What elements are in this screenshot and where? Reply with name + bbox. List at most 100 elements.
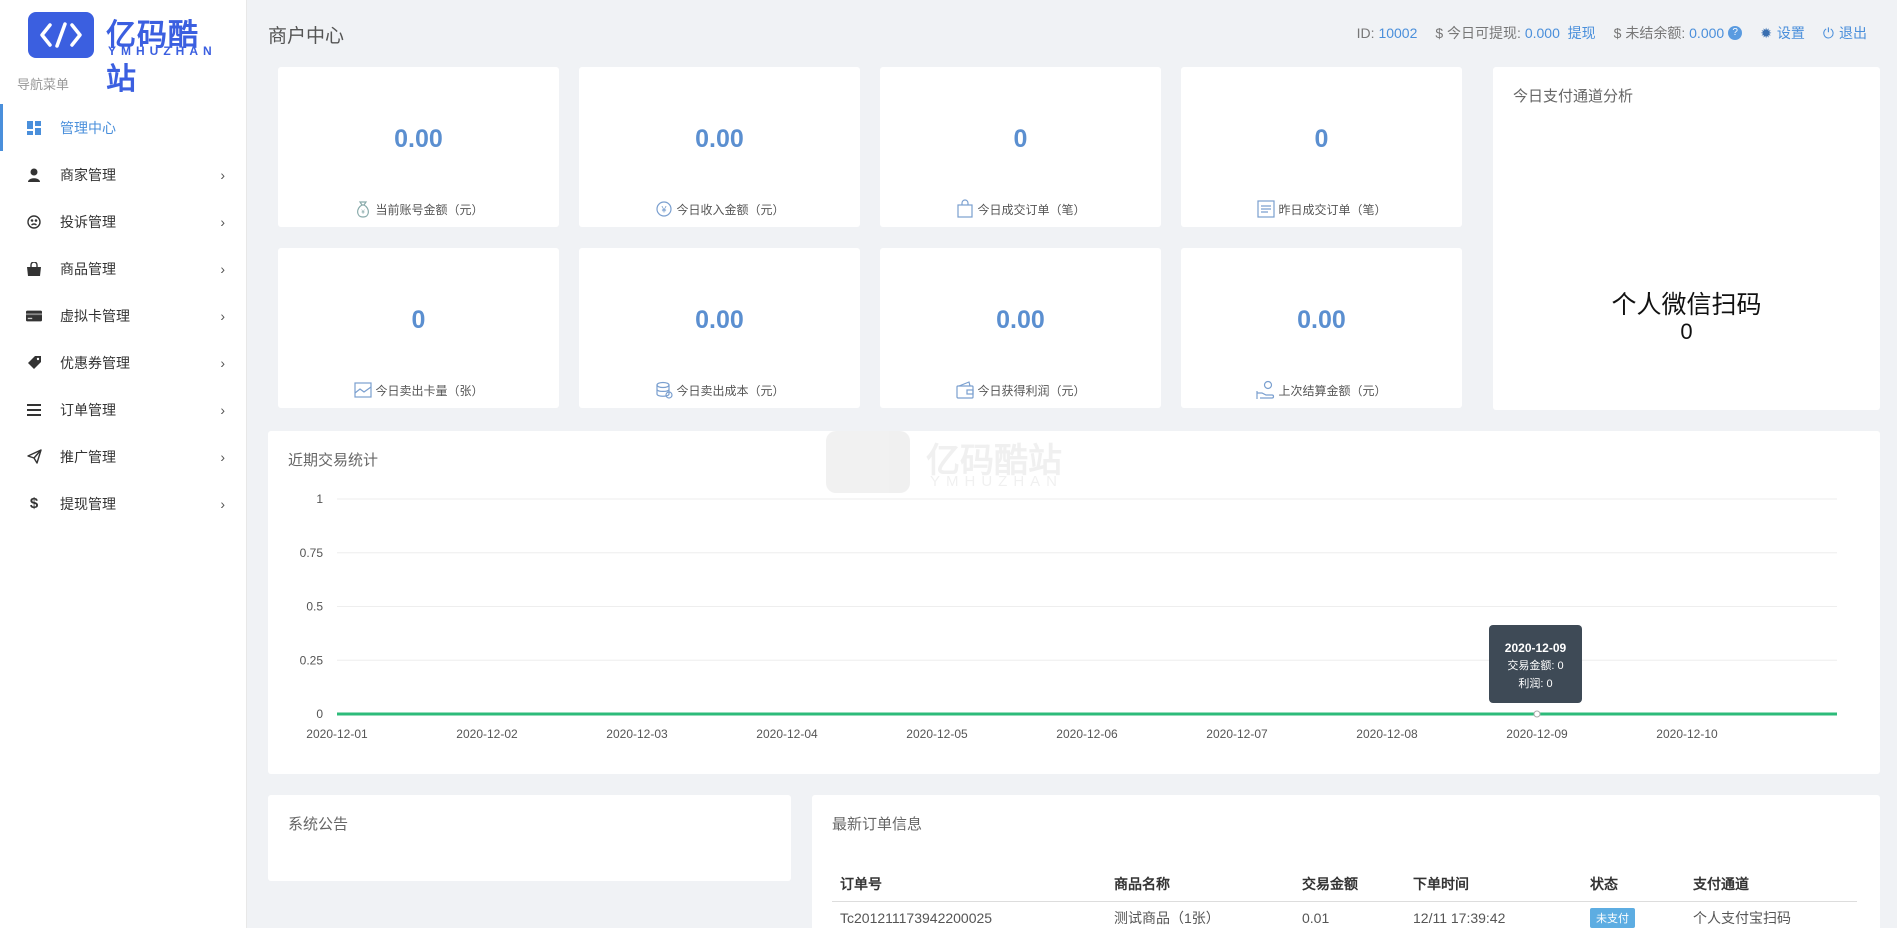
sidebar-item-label: 推广管理 xyxy=(60,448,116,465)
sidebar-item-label: 商家管理 xyxy=(60,166,116,183)
stat-value: 0.00 xyxy=(695,306,744,334)
sidebar-item-withdraw[interactable]: $ 提现管理 › xyxy=(0,480,247,527)
payment-channel: 个人支付宝扫码 xyxy=(1693,910,1791,927)
panel-title: 今日支付通道分析 xyxy=(1513,88,1634,105)
stat-label: 今日卖出卡量（张） xyxy=(278,380,559,400)
nav-title: 导航菜单 xyxy=(17,77,70,92)
nav-menu: 管理中心 商家管理 › 投诉管理 › 商品管理 › 虚拟卡管理 › 优惠券管理 … xyxy=(0,104,247,527)
stat-value: 0 xyxy=(411,306,426,334)
stat-card-profit: 0.00 今日获得利润（元） xyxy=(880,248,1161,408)
help-icon[interactable]: ? xyxy=(1728,26,1743,40)
table-row[interactable]: Tc201211173942200025 测试商品（1张） 0.01 12/11… xyxy=(832,901,1857,928)
stat-card-balance: 0.00 ¥ 当前账号金额（元） xyxy=(278,67,559,227)
document-list-icon xyxy=(1257,200,1276,218)
user-icon xyxy=(26,167,42,183)
list-icon xyxy=(26,402,42,418)
col-header: 商品名称 xyxy=(1106,867,1294,902)
brand-name-en: YMHUZHAN xyxy=(108,44,217,58)
stat-label-text: 今日成交订单（笔） xyxy=(977,202,1086,217)
sidebar-item-virtual-cards[interactable]: 虚拟卡管理 › xyxy=(0,292,247,339)
trend-chart-panel: 近期交易统计 亿码酷站 YMHUZHAN xyxy=(268,431,1880,774)
stat-card-today-income: 0.00 ¥ 今日收入金额（元） xyxy=(579,67,860,227)
watermark-logo: 亿码酷站 YMHUZHAN xyxy=(826,431,1076,501)
stat-label-text: 今日获得利润（元） xyxy=(977,383,1086,398)
sidebar-item-coupons[interactable]: 优惠券管理 › xyxy=(0,339,247,386)
gear-icon: ✹ xyxy=(1760,24,1772,41)
sidebar-item-label: 订单管理 xyxy=(60,401,116,418)
stat-label-text: 今日卖出卡量（张） xyxy=(375,383,484,398)
sidebar-item-dashboard[interactable]: 管理中心 xyxy=(0,104,247,151)
ticket-icon xyxy=(26,355,42,371)
unsettled-balance: $ 未结余额: 0.000? xyxy=(1614,23,1743,43)
withdrawable-balance: $ 今日可提现: 0.000 提现 xyxy=(1435,23,1595,43)
chevron-right-icon: › xyxy=(220,261,225,277)
stat-card-cost: 0.00 今日卖出成本（元） xyxy=(579,248,860,408)
shopping-bag-icon xyxy=(26,261,42,277)
chevron-right-icon: › xyxy=(220,355,225,371)
announcement-panel: 系统公告 xyxy=(268,795,791,881)
stat-card-yesterday-orders: 0 昨日成交订单（笔） xyxy=(1181,67,1462,227)
stat-label: 今日成交订单（笔） xyxy=(880,199,1161,219)
stat-label: 昨日成交订单（笔） xyxy=(1181,199,1462,219)
chevron-right-icon: › xyxy=(220,308,225,324)
stat-label: ¥ 今日收入金额（元） xyxy=(579,199,860,219)
unsettled-value: 0.000 xyxy=(1689,25,1725,41)
settings-button[interactable]: ✹ 设置 xyxy=(1760,23,1805,43)
col-header: 支付通道 xyxy=(1685,867,1857,902)
withdraw-link[interactable]: 提现 xyxy=(1568,23,1596,43)
hand-coin-icon xyxy=(1256,380,1275,399)
stat-card-last-settlement: 0.00 上次结算金额（元） xyxy=(1181,248,1462,408)
order-number: Tc201211173942200025 xyxy=(840,910,993,927)
account-summary: ID: 10002 $ 今日可提现: 0.000 提现 $ 未结余额: 0.00… xyxy=(1339,23,1867,43)
col-header: 状态 xyxy=(1582,867,1685,902)
order-amount: 0.01 xyxy=(1302,910,1330,927)
brand-logo[interactable]: 亿码酷站 YMHUZHAN xyxy=(28,12,218,97)
table-header-row: 订单号 商品名称 交易金额 下单时间 状态 支付通道 xyxy=(832,867,1857,902)
id-label: ID: xyxy=(1356,25,1375,41)
dashboard-icon xyxy=(26,120,42,136)
code-bracket-icon xyxy=(28,12,94,58)
chevron-right-icon: › xyxy=(220,449,225,465)
stat-label: ¥ 当前账号金额（元） xyxy=(278,199,559,219)
sidebar: 亿码酷站 YMHUZHAN 导航菜单 管理中心 商家管理 › 投诉管理 › 商品… xyxy=(0,0,247,928)
stat-label-text: 当前账号金额（元） xyxy=(375,202,484,217)
stat-label-text: 昨日成交订单（笔） xyxy=(1278,202,1387,217)
col-header: 订单号 xyxy=(832,867,1106,902)
sidebar-item-merchants[interactable]: 商家管理 › xyxy=(0,151,247,198)
stat-card-cards-sold: 0 今日卖出卡量（张） xyxy=(278,248,559,408)
stat-value: 0.00 xyxy=(394,125,443,153)
col-header: 下单时间 xyxy=(1405,867,1582,902)
stat-label: 上次结算金额（元） xyxy=(1181,380,1462,400)
frown-icon xyxy=(26,214,42,230)
stat-label-text: 今日收入金额（元） xyxy=(676,202,785,217)
sidebar-item-promotion[interactable]: 推广管理 › xyxy=(0,433,247,480)
yen-coin-icon: ¥ xyxy=(656,201,673,217)
unsettled-label: $ 未结余额: xyxy=(1613,25,1686,41)
tooltip-profit: 利润: 0 xyxy=(1518,678,1553,690)
stat-label: 今日卖出成本（元） xyxy=(579,380,860,400)
logout-button[interactable]: ⏻ 退出 xyxy=(1823,23,1867,43)
page-title: 商户中心 xyxy=(268,26,345,47)
sidebar-item-label: 商品管理 xyxy=(60,260,116,277)
shopping-bag-icon xyxy=(957,199,974,218)
sidebar-item-orders[interactable]: 订单管理 › xyxy=(0,386,247,433)
stat-value: 0.00 xyxy=(1297,306,1346,334)
wallet-icon xyxy=(956,381,975,399)
orders-table: 订单号 商品名称 交易金额 下单时间 状态 支付通道 Tc20121117394… xyxy=(832,867,1857,928)
panel-title: 最新订单信息 xyxy=(832,816,923,833)
sidebar-item-label: 优惠券管理 xyxy=(60,354,130,371)
tooltip-date: 2020-12-09 xyxy=(1504,641,1567,655)
sidebar-item-label: 提现管理 xyxy=(60,495,116,512)
paper-plane-icon xyxy=(26,449,42,465)
credit-card-icon xyxy=(26,308,42,324)
picture-card-icon xyxy=(354,382,373,398)
col-header: 交易金额 xyxy=(1294,867,1405,902)
chevron-right-icon: › xyxy=(220,402,225,418)
sidebar-item-products[interactable]: 商品管理 › xyxy=(0,245,247,292)
dollar-icon: $ xyxy=(29,495,39,512)
sidebar-item-complaints[interactable]: 投诉管理 › xyxy=(0,198,247,245)
panel-title: 系统公告 xyxy=(288,816,349,833)
stat-value: 0 xyxy=(1314,125,1329,153)
sidebar-item-label: 投诉管理 xyxy=(60,213,116,230)
svg-text:¥: ¥ xyxy=(362,210,366,216)
